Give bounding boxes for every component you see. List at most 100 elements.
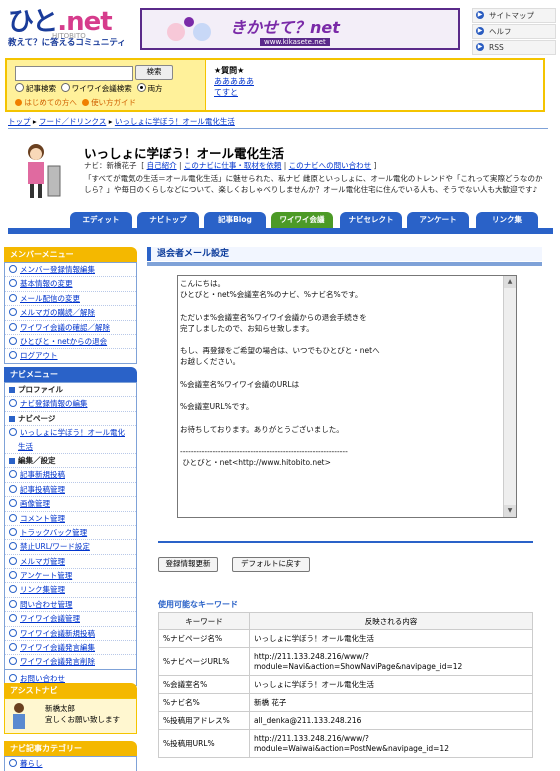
logout-item[interactable]: ログアウト	[5, 349, 136, 362]
navi-menu-item[interactable]: 禁止URL/ワード設定	[5, 540, 136, 555]
section-icon	[9, 387, 15, 393]
intro-link[interactable]: 自己紹介	[147, 161, 177, 170]
rss-link[interactable]: ▶ RSS	[472, 40, 556, 55]
bullet-icon	[9, 351, 17, 360]
divider	[8, 128, 548, 129]
featured-link-1[interactable]: ★質問★	[206, 60, 543, 76]
bullet-icon	[9, 428, 17, 437]
navi-menu-item[interactable]: ワイワイ会議発言削除	[5, 655, 136, 670]
sitemap-link[interactable]: ▶ サイトマップ	[472, 8, 556, 23]
member-menu-item[interactable]: 基本情報の変更	[5, 277, 136, 292]
navi-menu-item[interactable]: ナビ登録情報の編集	[5, 397, 136, 412]
navi-menu-item-cont[interactable]: 生活	[5, 440, 136, 454]
scroll-down-icon[interactable]: ▼	[504, 505, 516, 517]
tab-waiwai[interactable]: ワイワイ会議	[271, 212, 333, 228]
navi-menu-item[interactable]: トラックバック管理	[5, 526, 136, 541]
search-input[interactable]	[15, 66, 133, 81]
member-menu-item[interactable]: メルマガの購読／解除	[5, 306, 136, 321]
table-row: %会議室名% いっしょに学ぼう！オール電化生活	[158, 675, 533, 694]
help-links: はじめての方へ 使い方ガイド	[15, 97, 136, 108]
breadcrumb-page[interactable]: いっしょに学ぼう！オール電化生活	[115, 117, 235, 126]
featured-link-3[interactable]: てすと	[206, 87, 543, 98]
value-cell: http://211.133.248.216/www/?module=Navi&…	[249, 647, 533, 676]
radio-both[interactable]: 両方	[136, 83, 163, 93]
category-item[interactable]: 暮らし	[5, 757, 136, 770]
logo-sub: HITOBITO	[52, 32, 86, 40]
value-cell: http://211.133.248.216/www/?module=Waiwa…	[249, 729, 533, 758]
navi-name: 新橋花子	[106, 161, 137, 170]
guide-link[interactable]: 使い方ガイド	[91, 98, 136, 107]
breadcrumb-food[interactable]: フード／ドリンクス	[39, 117, 106, 126]
navi-menu-item[interactable]: アンケート管理	[5, 569, 136, 584]
search-scope: 記事検索 ワイワイ会議検索 両方	[15, 83, 163, 94]
bullet-icon	[9, 556, 17, 565]
tab-blog[interactable]: 記事Blog	[204, 212, 266, 228]
navi-menu-header: ナビメニュー	[4, 367, 137, 382]
keyword-cell: %ナビページURL%	[158, 647, 250, 676]
member-menu-item[interactable]: メール配信の変更	[5, 292, 136, 307]
bullet-icon	[9, 673, 17, 682]
tab-strip	[8, 228, 553, 234]
keywords-title: 使用可能なキーワード	[158, 600, 238, 609]
category-list: 暮らし	[4, 756, 137, 771]
reset-default-button[interactable]: デフォルトに戻す	[232, 557, 310, 572]
bullet-icon	[9, 470, 17, 479]
assist-navi-box: 新橋太郎 宜しくお願い致します	[4, 698, 137, 734]
textarea-scrollbar[interactable]: ▲ ▼	[503, 276, 516, 517]
navi-menu-item[interactable]: 記事投稿管理	[5, 483, 136, 498]
keyword-cell: %会議室名%	[158, 675, 250, 694]
tab-navi-top[interactable]: ナビトップ	[137, 212, 199, 228]
radio-icon	[60, 83, 70, 92]
navi-menu-item[interactable]: 問い合わせ管理	[5, 598, 136, 613]
navi-menu-item[interactable]: 記事新規投稿	[5, 468, 136, 483]
bullet-icon	[9, 585, 17, 594]
member-menu: メンバー登録情報編集 基本情報の変更 メール配信の変更 メルマガの購読／解除 ワ…	[4, 262, 137, 364]
tab-edit[interactable]: エディット	[70, 212, 132, 228]
section-icon	[9, 457, 15, 464]
category-header: ナビ記事カテゴリー	[4, 741, 137, 756]
featured-link-2[interactable]: あああああ	[206, 76, 543, 87]
scroll-up-icon[interactable]: ▲	[504, 276, 516, 288]
search-button[interactable]: 検索	[135, 65, 173, 80]
navi-menu-item[interactable]: コメント管理	[5, 512, 136, 526]
breadcrumb-top[interactable]: トップ	[8, 117, 31, 126]
contact-link[interactable]: このナビへの問い合わせ	[289, 161, 372, 170]
table-row: %ナビページURL% http://211.133.248.216/www/?m…	[158, 647, 533, 676]
member-menu-item[interactable]: メンバー登録情報編集	[5, 263, 136, 278]
keyword-cell: %ナビ名%	[158, 693, 250, 712]
radio-checked-icon	[136, 83, 146, 92]
radio-waiwai[interactable]: ワイワイ会議検索	[60, 83, 132, 93]
value-cell: いっしょに学ぼう！オール電化生活	[249, 629, 533, 648]
tab-links[interactable]: リンク集	[476, 212, 538, 228]
arrow-icon: ▶	[476, 27, 484, 35]
first-time-link[interactable]: はじめての方へ	[24, 98, 77, 107]
assist-name[interactable]: 新橋太郎	[45, 703, 75, 714]
member-menu-item[interactable]: ワイワイ会議の確認／解除	[5, 321, 136, 335]
assist-avatar	[13, 703, 25, 729]
column-header: キーワード	[158, 612, 250, 630]
banner-url: www.kikasete.net	[260, 38, 330, 46]
bullet-icon	[9, 542, 17, 551]
navi-menu-item[interactable]: ワイワイ会議管理	[5, 612, 136, 627]
navi-menu-item[interactable]: リンク集管理	[5, 583, 136, 598]
kikasete-banner[interactable]: きかせて？net www.kikasete.net	[140, 8, 460, 50]
mail-body-textarea[interactable]: こんにちは。 ひとびと・net%会議室名%のナビ、%ナビ名%です。 ただいま%会…	[177, 275, 517, 518]
radio-articles[interactable]: 記事検索	[15, 83, 56, 93]
help-link[interactable]: ▶ ヘルフ	[472, 24, 556, 39]
navi-menu-item[interactable]: ワイワイ会議発言編集	[5, 641, 136, 656]
request-link[interactable]: このナビに仕事・取材を依頼	[184, 161, 282, 170]
member-menu-item[interactable]: ひとびと・netからの退会	[5, 335, 136, 350]
site-logo[interactable]: ひと.net HITOBITO 教えて？に答えるコミュニティ	[8, 8, 136, 52]
navi-menu-item[interactable]: メルマガ管理	[5, 555, 136, 570]
update-button[interactable]: 登録情報更新	[158, 557, 218, 572]
navi-section-page: ナビページ	[5, 412, 136, 427]
tab-survey[interactable]: アンケート	[407, 212, 469, 228]
navi-menu-item[interactable]: いっしょに学ぼう！オール電化	[5, 426, 136, 439]
navi-menu-item[interactable]: ワイワイ会議新規投稿	[5, 627, 136, 642]
arrow-icon: ▶	[476, 43, 484, 51]
tab-select[interactable]: ナビセレクト	[340, 212, 402, 228]
table-header-row: キーワード 反映される内容	[158, 612, 533, 630]
table-row: %ナビ名% 新橋 花子	[158, 693, 533, 712]
divider	[158, 541, 533, 543]
navi-menu-item[interactable]: 画像管理	[5, 497, 136, 512]
